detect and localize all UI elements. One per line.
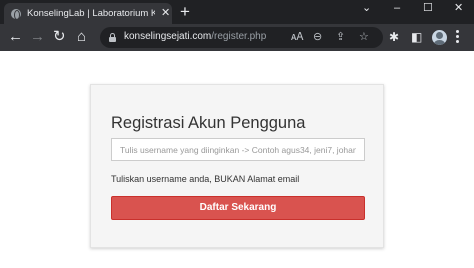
translate-icon[interactable]: 🗚 [291,30,303,44]
maximize-icon[interactable]: ☐ [423,1,433,15]
globe-icon [11,8,21,20]
tab-search-icon[interactable]: ⌄ [362,1,371,15]
address-bar[interactable]: konselingsejati.com/register.php 🗚 ⊖ ⇪ ☆ [100,27,383,48]
browser-toolbar: ← → ↻ ⌂ konselingsejati.com/register.php… [0,24,474,51]
tab-title: KonselingLab | Laboratorium Konseling [27,8,155,19]
url-host: konselingsejati.com [124,31,212,42]
registration-card: Registrasi Akun Pengguna Tuliskan userna… [90,84,384,248]
zoom-icon[interactable]: ⊖ [313,30,322,44]
forward-icon[interactable]: → [30,29,45,45]
minimize-icon[interactable]: – [394,1,400,15]
page-title: Registrasi Akun Pengguna [111,114,306,132]
register-button[interactable]: Daftar Sekarang [111,196,365,220]
username-input[interactable] [111,138,365,161]
username-help-text: Tuliskan username anda, BUKAN Alamat ema… [111,174,300,184]
close-window-icon[interactable]: ✕ [454,1,463,15]
reload-icon[interactable]: ↻ [53,29,66,45]
back-icon[interactable]: ← [8,29,23,45]
lock-icon[interactable] [109,33,116,42]
new-tab-button[interactable]: + [180,3,190,20]
url-path: /register.php [211,31,267,42]
share-icon[interactable]: ⇪ [336,30,345,44]
browser-tab-strip: KonselingLab | Laboratorium Konseling ✕ … [0,0,474,24]
home-icon[interactable]: ⌂ [77,29,86,45]
tab-close-icon[interactable]: ✕ [161,8,170,19]
side-panel-icon[interactable]: ◧ [411,30,422,44]
profile-avatar[interactable] [432,30,447,45]
browser-menu-icon[interactable] [456,30,460,44]
extensions-icon[interactable]: ✱ [389,30,399,44]
bookmark-star-icon[interactable]: ☆ [359,30,369,44]
url-text[interactable]: konselingsejati.com/register.php [124,31,266,42]
browser-tab[interactable]: KonselingLab | Laboratorium Konseling ✕ [4,3,172,24]
